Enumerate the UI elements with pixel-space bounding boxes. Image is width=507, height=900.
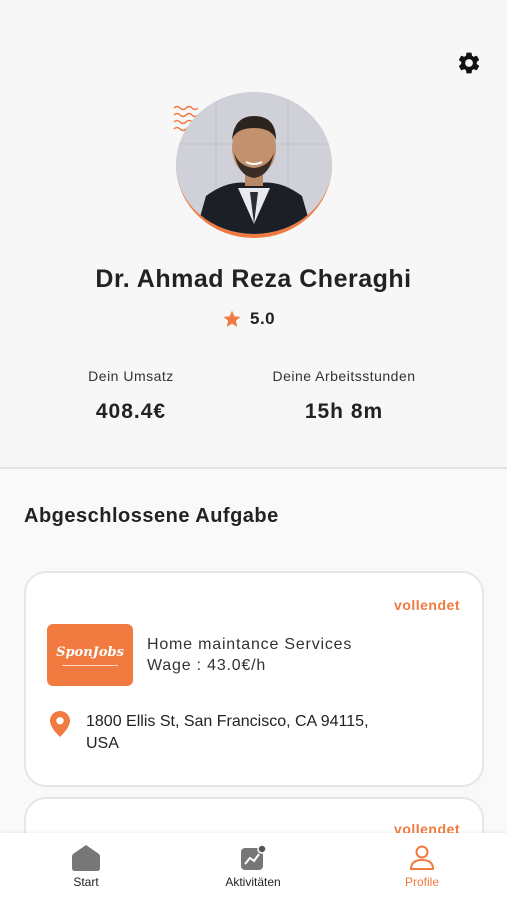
avatar[interactable] [176,92,332,238]
rating: 5.0 [222,309,275,329]
company-logo-text: SponJobs [56,645,124,660]
task-location: 1800 Ellis St, San Francisco, CA 94115, … [50,711,386,755]
tab-start-label: Start [73,875,99,889]
profile-photo [176,92,332,234]
home-icon [72,845,100,871]
stat-revenue: Dein Umsatz 408.4€ [70,368,192,424]
task-status-badge: vollendet [394,597,460,613]
gear-icon [458,52,480,74]
tab-profile-label: Profile [404,875,439,889]
company-logo: SponJobs [47,624,133,686]
user-icon [409,845,435,870]
task-address: 1800 Ellis St, San Francisco, CA 94115, … [86,713,369,752]
star-icon [223,310,241,327]
task-title: Home maintance Services [147,636,353,653]
tab-activities-label: Aktivitäten [225,875,281,889]
stat-hours-label: Deine Arbeitsstunden [272,368,416,384]
task-wage: Wage : 43.0€/h [147,657,267,674]
rating-value: 5.0 [250,309,276,328]
stat-revenue-value: 408.4€ [95,400,167,423]
section-title: Abgeschlossene Aufgabe [24,505,279,527]
status-bar [0,0,507,26]
location-pin-icon [50,711,70,737]
avatar-container [172,92,334,242]
tab-profile[interactable]: Profile [362,833,482,900]
bottom-tab-bar: Start Aktivitäten Profile [0,833,507,900]
stat-working-hours: Deine Arbeitsstunden 15h 8m [256,368,432,424]
activity-chart-icon [241,845,266,870]
task-card[interactable]: vollendet SponJobs Home maintance Servic… [24,571,484,787]
stat-revenue-label: Dein Umsatz [88,368,174,384]
logo-tagline-line [62,665,118,666]
stat-hours-value: 15h 8m [304,400,384,423]
tab-activities[interactable]: Aktivitäten [193,833,313,900]
tab-start[interactable]: Start [26,833,146,900]
profile-name: Dr. Ahmad Reza Cheraghi [95,265,412,293]
settings-button[interactable] [452,46,486,80]
